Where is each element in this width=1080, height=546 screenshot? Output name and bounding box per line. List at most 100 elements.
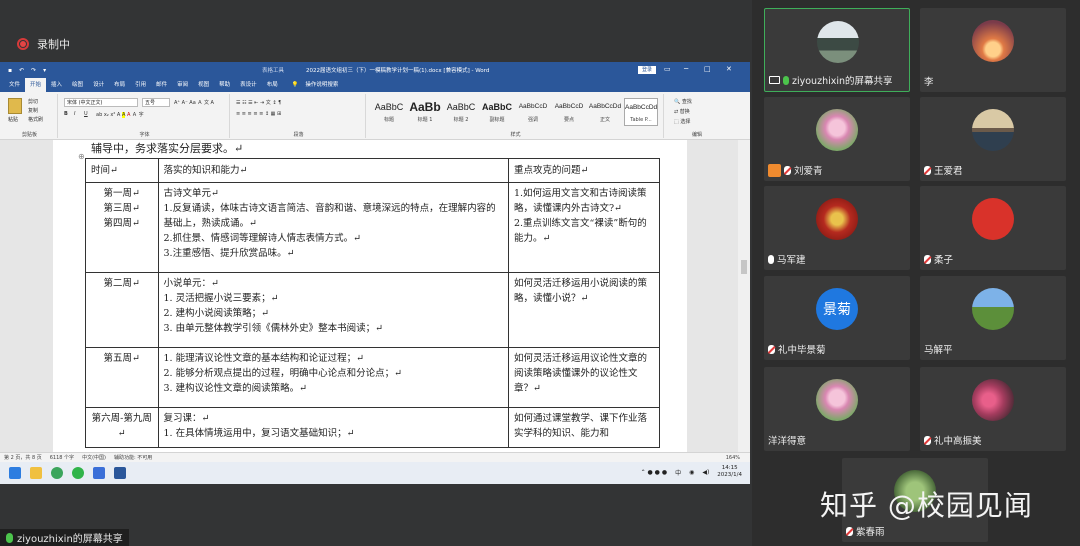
style-item[interactable]: AaBbC 标题 2: [444, 98, 478, 126]
cell-line: 1. 能理清议论性文章的基本结构和论证过程；↵: [163, 353, 365, 364]
paragraph-group: ☰ ☷ ☰ ⇤ ⇥ 文 ↕ ¶ ≡ ≡ ≡ ≡ ≡ ↕ ▦ ⊞ 段落: [232, 94, 366, 138]
underline-icon[interactable]: U: [84, 111, 88, 117]
font-effects-icons[interactable]: ab x₂ x² A A A Ａ 字: [96, 111, 144, 118]
save-icon[interactable]: ▪: [8, 67, 12, 74]
header-problems[interactable]: 重点攻克的问题↵: [507, 158, 661, 183]
style-item[interactable]: AaBbCcDd 正文: [588, 98, 622, 126]
ribbon-display-icon[interactable]: ▭: [664, 65, 671, 73]
minimize-icon[interactable]: ─: [684, 65, 688, 73]
paste-label[interactable]: 粘贴: [8, 116, 18, 123]
cell-knowledge[interactable]: 复习课：↵ 1. 在具体情境运用中，复习语文基础知识；↵: [157, 407, 509, 448]
cell-time[interactable]: 第六周-第九周↵: [85, 407, 159, 448]
cell-time[interactable]: 第一周↵ 第三周↵ 第四周↵: [85, 182, 159, 273]
participant-tile[interactable]: 刘爱青: [764, 97, 910, 181]
tab-view[interactable]: 视图: [193, 78, 214, 92]
close-icon[interactable]: ✕: [726, 65, 732, 73]
zoom-level[interactable]: 164%: [726, 455, 740, 461]
style-item[interactable]: AaBbCcDd Table P...: [624, 98, 658, 126]
participant-tile[interactable]: 马军建: [764, 186, 910, 270]
accessibility-status[interactable]: 辅助功能: 不可用: [114, 454, 152, 461]
tab-table-design[interactable]: 表设计: [235, 78, 262, 92]
language-status[interactable]: 中文(中国): [82, 454, 106, 461]
font-grow-icon[interactable]: A⁺ A⁻ Aa Ａ 文 A: [174, 99, 214, 106]
chrome-icon[interactable]: [51, 467, 63, 479]
tell-me-search[interactable]: 💡 操作说明搜索: [287, 78, 349, 92]
clock[interactable]: 14:15 2023/1/4: [717, 465, 742, 479]
style-item[interactable]: AaBbC 标题: [372, 98, 406, 126]
cell-time[interactable]: 第二周↵: [85, 272, 159, 348]
paste-icon[interactable]: [8, 98, 22, 114]
style-item[interactable]: AaBbCcD 要点: [552, 98, 586, 126]
network-icon[interactable]: ◉: [689, 469, 694, 476]
recording-indicator[interactable]: 录制中: [17, 36, 70, 52]
word-count[interactable]: 6118 个字: [50, 454, 74, 461]
format-painter-button[interactable]: 格式刷: [28, 116, 43, 123]
mic-active-icon: [783, 75, 789, 85]
teaching-plan-table[interactable]: 时间↵ 落实的知识和能力↵ 重点攻克的问题↵ 第一周↵ 第三周↵ 第四周↵ 古诗文单元…: [85, 158, 661, 448]
start-icon[interactable]: [9, 467, 21, 479]
participant-tile[interactable]: 王爱君: [920, 97, 1066, 181]
word-app-icon[interactable]: [114, 467, 126, 479]
wechat-icon[interactable]: [72, 467, 84, 479]
participant-tile[interactable]: 李: [920, 8, 1066, 92]
tab-file[interactable]: 文件: [4, 78, 25, 92]
style-item[interactable]: AaBb 标题 1: [408, 98, 442, 126]
redo-icon[interactable]: ↷: [31, 67, 36, 74]
tab-table-layout[interactable]: 布局: [262, 78, 283, 92]
header-knowledge[interactable]: 落实的知识和能力↵: [157, 158, 509, 183]
scrollbar-thumb[interactable]: [741, 260, 747, 274]
cell-time[interactable]: 第五周↵: [85, 347, 159, 408]
tab-insert[interactable]: 插入: [46, 78, 67, 92]
cell-problems[interactable]: 如何灵活迁移运用小说阅读的策略，读懂小说？↵: [507, 272, 661, 348]
tab-references[interactable]: 引用: [130, 78, 151, 92]
volume-icon[interactable]: ◀): [702, 469, 709, 476]
page-count[interactable]: 第 2 页，共 8 页: [4, 454, 42, 461]
copy-button[interactable]: 复制: [28, 107, 38, 114]
cell-knowledge[interactable]: 小说单元：↵ 1. 灵活把握小说三要素；↵ 2. 建构小说阅读策略；↵ 3. 由单元整…: [157, 272, 509, 348]
participant-tile[interactable]: 景菊 礼中毕景菊: [764, 276, 910, 360]
ime-indicator[interactable]: 中: [675, 468, 681, 477]
tab-home[interactable]: 开始: [25, 78, 47, 92]
cell-problems[interactable]: 1.如何运用文言文和古诗阅读策略，读懂课内外古诗文?↵ 2.重点训练文言文“裸读”…: [507, 182, 661, 273]
cell-problems[interactable]: 如何灵活迁移运用议论性文章的阅读策略读懂课外的议论性文章？↵: [507, 347, 661, 408]
italic-icon[interactable]: I: [74, 111, 75, 117]
tab-layout[interactable]: 布局: [109, 78, 130, 92]
align-icons[interactable]: ≡ ≡ ≡ ≡ ≡ ↕ ▦ ⊞: [236, 111, 281, 117]
participant-tile[interactable]: 马解平: [920, 276, 1066, 360]
list-icons[interactable]: ☰ ☷ ☰ ⇤ ⇥ 文 ↕ ¶: [236, 99, 281, 106]
tab-design[interactable]: 设计: [88, 78, 109, 92]
participant-tile[interactable]: 礼中高振美: [920, 367, 1066, 451]
cell-knowledge[interactable]: 1. 能理清议论性文章的基本结构和论证过程；↵ 2. 能够分析观点提出的过程，明确…: [157, 347, 509, 408]
tab-draw[interactable]: 绘图: [67, 78, 88, 92]
login-button[interactable]: 登录: [638, 66, 657, 74]
style-item[interactable]: AaBbCcD 强调: [516, 98, 550, 126]
document-page[interactable]: ⊕ 辅导中，务求落实分层要求。↵ 时间↵ 落实的知识和能力↵ 重点攻克的问题↵ …: [53, 140, 687, 452]
participant-tile[interactable]: 柔子: [920, 186, 1066, 270]
style-item[interactable]: AaBbC 副标题: [480, 98, 514, 126]
select-button[interactable]: ⬚ 选择: [674, 118, 690, 125]
tray-icons[interactable]: ⌃ ● ● ●: [641, 469, 667, 476]
undo-icon[interactable]: ↶: [19, 67, 24, 74]
participant-tile[interactable]: 洋洋得意: [764, 367, 910, 451]
vertical-scrollbar[interactable]: [738, 140, 750, 452]
customize-icon[interactable]: ▾: [43, 67, 46, 74]
font-name-select[interactable]: 宋体 (中文正文): [64, 98, 138, 107]
table-move-handle-icon[interactable]: ⊕: [78, 152, 85, 161]
participant-name-row: 马解平: [924, 342, 953, 356]
cell-knowledge[interactable]: 古诗文单元↵ 1.反复诵读，体味古诗文语言简洁、音韵和谐、意境深远的特点，在理解内…: [157, 182, 509, 273]
find-button[interactable]: 🔍 查找: [674, 98, 692, 105]
cut-button[interactable]: 剪切: [28, 98, 38, 105]
tab-help[interactable]: 帮助: [214, 78, 235, 92]
participant-tile[interactable]: ziyouzhixin的屏幕共享: [764, 8, 910, 92]
tab-review[interactable]: 审阅: [172, 78, 193, 92]
file-explorer-icon[interactable]: [30, 467, 42, 479]
document-canvas[interactable]: ⊕ 辅导中，务求落实分层要求。↵ 时间↵ 落实的知识和能力↵ 重点攻克的问题↵ …: [0, 140, 750, 452]
header-time[interactable]: 时间↵: [85, 158, 159, 183]
bold-icon[interactable]: B: [64, 111, 68, 117]
maximize-icon[interactable]: □: [704, 65, 711, 73]
font-size-select[interactable]: 五号: [142, 98, 170, 107]
tab-mailings[interactable]: 邮件: [151, 78, 172, 92]
replace-button[interactable]: ⇄ 替换: [674, 108, 690, 115]
meeting-app-icon[interactable]: [93, 467, 105, 479]
cell-problems[interactable]: 如何通过课堂教学、课下作业落实学科的知识、能力和: [507, 407, 661, 448]
